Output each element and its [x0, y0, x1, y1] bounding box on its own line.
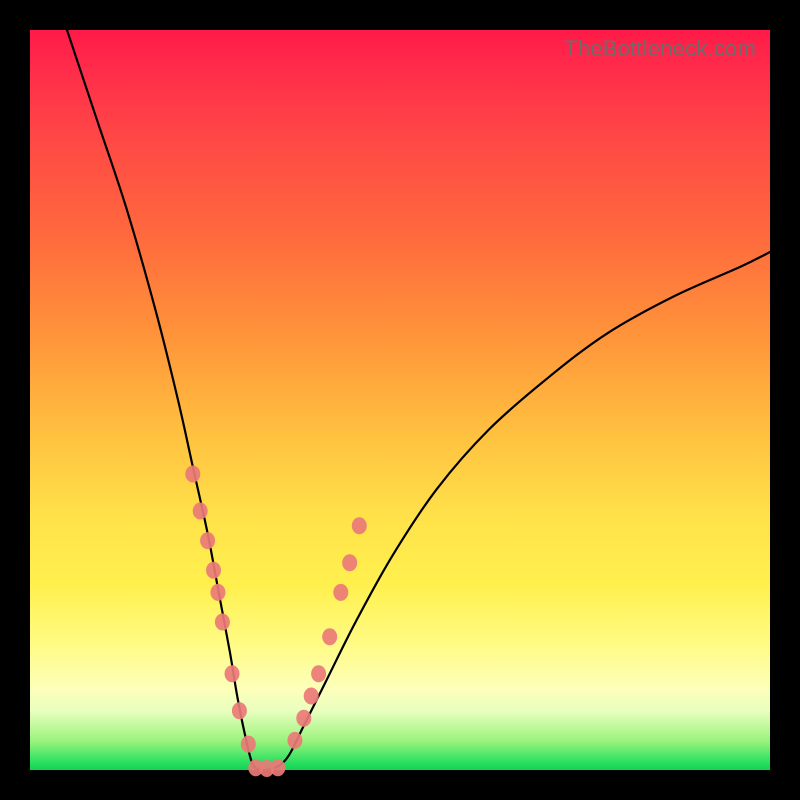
data-dot	[352, 517, 367, 534]
data-dot	[206, 562, 221, 579]
data-dot	[225, 665, 240, 682]
plot-area: TheBottleneck.com	[30, 30, 770, 770]
chart-frame: TheBottleneck.com	[0, 0, 800, 800]
data-dot	[296, 710, 311, 727]
dots-left-arm	[185, 466, 256, 753]
data-dot	[304, 688, 319, 705]
data-dot	[322, 628, 337, 645]
data-dot	[287, 732, 302, 749]
data-dot	[311, 665, 326, 682]
data-dot	[241, 736, 256, 753]
bottleneck-curve	[67, 30, 770, 771]
data-dot	[185, 466, 200, 483]
data-dot	[200, 532, 215, 549]
data-dot	[270, 759, 285, 776]
data-dot	[333, 584, 348, 601]
data-dot	[215, 614, 230, 631]
data-dot	[232, 702, 247, 719]
bottleneck-curve-svg	[30, 30, 770, 770]
data-dot	[193, 503, 208, 520]
data-dot	[210, 584, 225, 601]
data-dot	[342, 554, 357, 571]
dots-trough	[248, 759, 285, 777]
dots-right-arm	[287, 517, 366, 749]
